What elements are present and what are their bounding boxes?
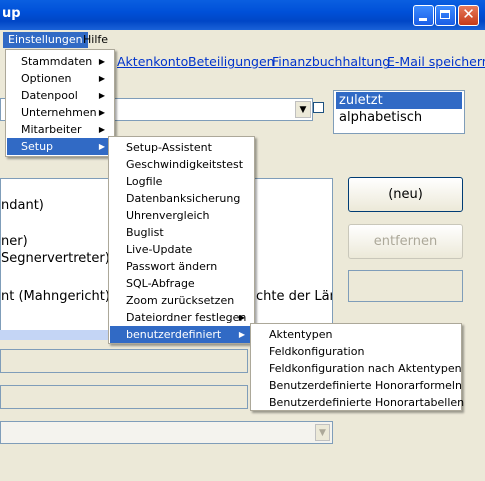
menu-item-label: Mitarbeiter (21, 123, 82, 136)
maximize-icon (440, 10, 450, 19)
submenu-arrow-icon: ▶ (98, 125, 105, 134)
menu-item-datenbanksicherung[interactable]: Datenbanksicherung (110, 190, 253, 207)
close-icon: ✕ (462, 5, 475, 23)
einstellungen-menu: Stammdaten ▶ Optionen ▶ Datenpool ▶ Unterne… (5, 49, 115, 157)
menu-item-unternehmen[interactable]: Unternehmen ▶ (7, 104, 113, 121)
submenu-arrow-icon: ▶ (98, 57, 105, 66)
submenu-arrow-icon: ▶ (98, 74, 105, 83)
menu-bar: Einstellungen Hilfe (0, 30, 485, 49)
minimize-button[interactable] (413, 5, 434, 26)
menu-item-mitarbeiter[interactable]: Mitarbeiter ▶ (7, 121, 113, 138)
close-button[interactable]: ✕ (458, 5, 479, 26)
menu-item-dateiordner-festlegen[interactable]: Dateiordner festlegen ▶ (110, 309, 253, 326)
menu-item-label: Dateiordner festlegen (126, 311, 247, 324)
link-finanzbuchhaltung[interactable]: Finanzbuchhaltung (272, 54, 390, 69)
menu-item-label: Setup (21, 140, 54, 153)
info-field (348, 270, 463, 302)
list-item[interactable]: nt (Mahngericht) - (1, 289, 119, 304)
filter-checkbox[interactable] (313, 102, 324, 113)
menu-item-zoom-zuruecksetzen[interactable]: Zoom zurücksetzen (110, 292, 253, 309)
menu-item-setup-assistent[interactable]: Setup-Assistent (110, 139, 253, 156)
menu-item-feldkonfiguration-nach-aktentypen[interactable]: Feldkonfiguration nach Aktentypen (252, 360, 462, 377)
window-title: up (2, 6, 21, 21)
menu-item-honorartabellen[interactable]: Benutzerdefinierte Honorartabellen (252, 394, 464, 411)
link-beteiligungen[interactable]: Beteiligungen (188, 54, 275, 69)
menu-item-label: Unternehmen (21, 106, 97, 119)
submenu-arrow-icon: ▶ (238, 313, 245, 322)
submenu-arrow-icon: ▶ (98, 108, 105, 117)
menu-item-geschwindigkeitstest[interactable]: Geschwindigkeitstest (110, 156, 253, 173)
menu-item-logfile[interactable]: Logfile (110, 173, 253, 190)
menu-hilfe[interactable]: Hilfe (78, 32, 113, 48)
menu-item-label: Datenpool (21, 89, 78, 102)
list-item[interactable]: Segnervertreter) (1, 251, 110, 266)
menu-item-optionen[interactable]: Optionen ▶ (7, 70, 113, 87)
bottom-field-1[interactable] (0, 349, 248, 373)
menu-item-buglist[interactable]: Buglist (110, 224, 253, 241)
sort-option-zuletzt[interactable]: zuletzt (336, 92, 462, 109)
menu-item-benutzerdefiniert[interactable]: benutzerdefiniert ▶ (110, 326, 253, 343)
remove-button[interactable]: entfernen (348, 224, 463, 259)
setup-menu: Setup-Assistent Geschwindigkeitstest Log… (108, 136, 255, 344)
link-aktenkonto[interactable]: Aktenkonto (117, 54, 188, 69)
menu-item-stammdaten[interactable]: Stammdaten ▶ (7, 53, 113, 70)
menu-item-live-update[interactable]: Live-Update (110, 241, 253, 258)
minimize-icon (419, 18, 427, 21)
title-bar: up ✕ (0, 0, 485, 30)
menu-item-aktentypen[interactable]: Aktentypen (252, 326, 460, 343)
sort-listbox[interactable]: zuletzt alphabetisch (333, 90, 465, 134)
sort-option-alphabetisch[interactable]: alphabetisch (336, 109, 462, 126)
submenu-arrow-icon: ▶ (238, 330, 245, 339)
menu-item-feldkonfiguration[interactable]: Feldkonfiguration (252, 343, 460, 360)
list-item[interactable]: ndant) (1, 198, 44, 213)
menu-item-setup[interactable]: Setup ▶ (7, 138, 113, 155)
dropdown-arrow-icon[interactable]: ▼ (295, 101, 311, 118)
submenu-arrow-icon: ▶ (98, 142, 105, 151)
menu-item-uhrenvergleich[interactable]: Uhrenvergleich (110, 207, 253, 224)
menu-einstellungen[interactable]: Einstellungen (3, 32, 88, 48)
menu-item-sql-abfrage[interactable]: SQL-Abfrage (110, 275, 253, 292)
list-item-continuation: chte der Län (256, 289, 333, 304)
menu-item-label: Stammdaten (21, 55, 93, 68)
submenu-arrow-icon: ▶ (98, 91, 105, 100)
benutzerdefiniert-menu: Aktentypen Feldkonfiguration Feldkonfigu… (250, 323, 464, 411)
link-email-speichern[interactable]: E-Mail speichern (387, 54, 485, 69)
menu-item-passwort-aendern[interactable]: Passwort ändern (110, 258, 253, 275)
bottom-field-2[interactable] (0, 385, 248, 409)
dropdown-arrow-icon[interactable]: ▼ (315, 424, 330, 441)
new-button[interactable]: (neu) (348, 177, 463, 212)
menu-item-honorarformeln[interactable]: Benutzerdefinierte Honorarformeln (252, 377, 462, 394)
menu-item-label: Optionen (21, 72, 72, 85)
menu-item-datenpool[interactable]: Datenpool ▶ (7, 87, 113, 104)
list-item[interactable]: ner) (1, 234, 28, 249)
horizontal-scrollbar[interactable] (0, 330, 120, 340)
maximize-button[interactable] (435, 5, 456, 26)
bottom-combobox[interactable]: ▼ (0, 421, 333, 444)
menu-item-label: benutzerdefiniert (126, 328, 222, 341)
